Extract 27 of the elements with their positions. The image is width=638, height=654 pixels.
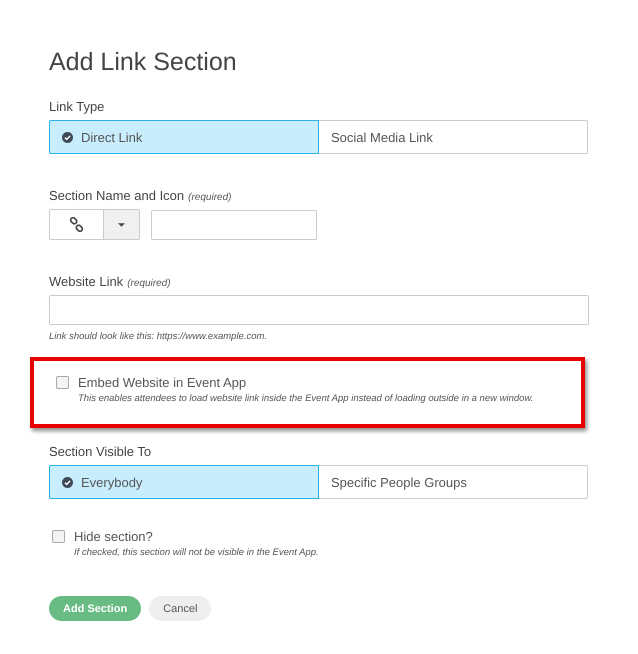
- segment-option[interactable]: Direct Link: [49, 120, 319, 154]
- segment-option[interactable]: Everybody: [49, 465, 319, 499]
- segment-option[interactable]: Social Media Link: [319, 120, 588, 154]
- website-link-field[interactable]: [49, 295, 589, 325]
- checkbox[interactable]: [52, 530, 65, 543]
- required-note: (required): [127, 278, 171, 289]
- icon-picker[interactable]: [49, 209, 104, 240]
- check-circle-icon: [62, 132, 73, 142]
- field-label: Link Type: [49, 99, 106, 114]
- hint-text: If checked, this section will not be visible in the Event App.: [73, 547, 320, 558]
- segment-option[interactable]: Specific People Groups: [319, 465, 588, 499]
- section-name-field[interactable]: [151, 210, 317, 240]
- checkbox[interactable]: [56, 376, 69, 389]
- cancel-button[interactable]: Cancel: [149, 596, 212, 621]
- field-label: Section Visible To: [49, 444, 152, 459]
- hint-text: This enables attendees to load website link inside the Event App instead of loading outside in a new window.: [77, 393, 534, 404]
- hint-text: Link should look like this: https://www.example.com.: [49, 331, 268, 342]
- caret-icon: [118, 222, 125, 226]
- checkbox-label: Hide section?: [74, 529, 153, 544]
- field-label: Section Name and Icon: [49, 188, 184, 203]
- dialog-title: Add Link Section: [49, 48, 238, 77]
- checkbox-label: Embed Website in Event App: [78, 375, 246, 390]
- field-label: Website Link: [49, 274, 124, 289]
- check-circle-icon: [62, 476, 73, 488]
- required-note: (required): [188, 192, 232, 203]
- dropdown-toggle[interactable]: [104, 209, 140, 240]
- link-icon: [69, 217, 84, 232]
